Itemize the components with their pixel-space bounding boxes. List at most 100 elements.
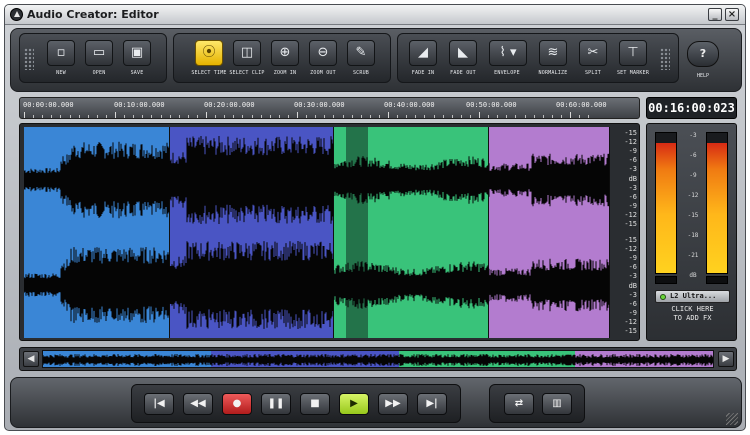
ruler-tick (278, 115, 280, 118)
new-file-icon: ▫ (47, 40, 75, 66)
ruler-tick (533, 115, 535, 118)
open-folder-icon: ▭ (85, 40, 113, 66)
meter-scale-label: -12 (687, 192, 699, 199)
add-fx-button[interactable]: CLICK HERE TO ADD FX (653, 305, 732, 323)
fade-out-button[interactable]: ◣ FADE OUT (444, 40, 482, 82)
db-label: -6 (628, 156, 637, 165)
go-to-start-button[interactable]: |◀ (144, 393, 174, 415)
select-time-icon: ⦿ (195, 40, 223, 66)
ruler-tick (378, 115, 380, 118)
mixer-button[interactable]: ▥ (542, 393, 572, 415)
ruler-tick (215, 115, 217, 118)
meter-scale-label: -15 (687, 212, 699, 219)
db-label: dB (628, 281, 637, 290)
envelope-button[interactable]: ⌇ ▾ ENVELOPE (484, 40, 530, 82)
stop-button[interactable]: ■ (300, 393, 330, 415)
scrub-button[interactable]: ✎ SCRUB (342, 40, 380, 82)
ruler-tick (115, 112, 116, 118)
set-marker-icon: ⊤ (619, 40, 647, 66)
ruler-tick (497, 115, 499, 118)
ruler-tick (460, 115, 462, 118)
ruler-tick (333, 115, 335, 118)
loop-button[interactable]: ⇄ (504, 393, 534, 415)
db-label: -6 (628, 263, 637, 272)
ruler-tick (351, 115, 353, 118)
waveform-area[interactable] (24, 127, 610, 338)
ruler-tick (187, 115, 189, 118)
toolbar-grip[interactable] (24, 48, 34, 70)
ruler-tick (96, 115, 98, 118)
waveform-channel (24, 241, 610, 329)
waveform-channel (24, 136, 610, 224)
play-button[interactable]: ▶ (339, 393, 369, 415)
record-button[interactable]: ● (222, 393, 252, 415)
ruler-tick (269, 115, 271, 118)
ruler-tick-label: 00:30:00.000 (294, 101, 345, 109)
db-label: -12 (624, 138, 637, 147)
timeline-ruler[interactable]: 00:00:00.000 00:10:00.000 00:20:00.000 0… (19, 97, 640, 119)
db-label: -6 (628, 299, 637, 308)
ruler-tick (260, 115, 262, 118)
ruler-tick (105, 115, 107, 118)
scrub-label: SCRUB (352, 70, 370, 76)
fade-in-button[interactable]: ◢ FADE IN (404, 40, 442, 82)
help-button[interactable]: ? (687, 41, 719, 67)
zoom-out-icon: ⊖ (309, 40, 337, 66)
fade-out-label: FADE OUT (450, 70, 476, 76)
scroll-left-button[interactable]: ◀ (23, 351, 39, 367)
ruler-tick (133, 115, 135, 118)
minimize-button[interactable]: _ (708, 8, 722, 21)
set-marker-button[interactable]: ⊤ SET MARKER (614, 40, 652, 82)
db-label: -6 (628, 192, 637, 201)
current-time-display: 00:16:00:023 (646, 97, 737, 119)
ruler-tick (287, 115, 289, 118)
normalize-button[interactable]: ≋ NORMALIZE (534, 40, 572, 82)
db-label: -3 (628, 290, 637, 299)
db-label: -12 (624, 210, 637, 219)
split-button[interactable]: ✂ SPLIT (574, 40, 612, 82)
fx-enabled-led-icon[interactable] (660, 294, 666, 300)
save-button[interactable]: ▣ SAVE (118, 40, 156, 82)
add-fx-line: TO ADD FX (673, 314, 712, 322)
help-label: HELP (696, 73, 710, 79)
ruler-tick (242, 115, 244, 118)
fx-slot[interactable]: L2 Ultra... (655, 290, 730, 303)
overview-track[interactable] (42, 350, 714, 368)
right-peak-indicator (706, 276, 728, 284)
file-group: ▫ NEW ▭ OPEN ▣ SAVE (19, 33, 167, 83)
view-group: ⦿ SELECT TIME ◫ SELECT CLIP ⊕ ZOOM IN ⊖ … (173, 33, 391, 83)
ruler-tick (315, 115, 317, 118)
go-to-end-button[interactable]: ▶| (417, 393, 447, 415)
ruler-tick (324, 115, 326, 118)
overview-scrollbar[interactable]: ◀ ▶ (19, 347, 737, 371)
ruler-tick-label: 00:60:00.000 (556, 101, 607, 109)
left-channel-meter (655, 132, 677, 274)
resize-grip-icon[interactable] (726, 413, 738, 425)
ruler-tick (424, 115, 426, 118)
ruler-tick (51, 115, 53, 118)
ruler-tick (369, 115, 371, 118)
ruler-tick (60, 115, 62, 118)
db-label: -15 (624, 129, 637, 137)
db-label: -9 (628, 201, 637, 210)
level-meter-panel: -3 -6 -9 -12 -15 -18 -21 dB L2 Ultra... CLICK H… (646, 123, 737, 341)
ruler-tick-label: 00:00:00.000 (23, 101, 74, 109)
ruler-tick (515, 115, 517, 118)
ruler-tick (142, 115, 144, 118)
app-logo-icon (10, 8, 23, 21)
ruler-tick (397, 115, 399, 118)
rewind-button[interactable]: ◀◀ (183, 393, 213, 415)
ruler-tick (506, 115, 508, 118)
ruler-tick (360, 115, 362, 118)
ruler-tick (169, 115, 171, 118)
meter-scale-label: -3 (689, 132, 697, 139)
fast-forward-button[interactable]: ▶▶ (378, 393, 408, 415)
scroll-right-button[interactable]: ▶ (718, 351, 734, 367)
ruler-tick (251, 115, 253, 118)
db-label: dB (628, 174, 637, 183)
ruler-tick (178, 115, 180, 118)
ruler-tick (388, 112, 389, 118)
pause-button[interactable]: ❚❚ (261, 393, 291, 415)
close-button[interactable]: × (725, 8, 739, 21)
toolbar-grip[interactable] (660, 48, 670, 70)
